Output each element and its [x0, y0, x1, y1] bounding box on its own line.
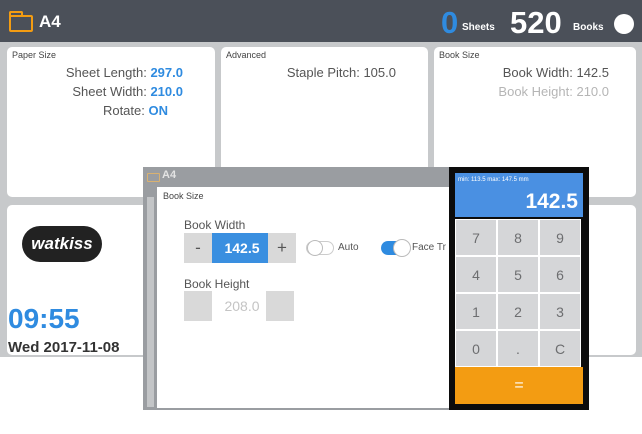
advanced-label: Advanced — [226, 50, 267, 60]
toggle-knob — [307, 240, 323, 256]
books-count: 520 — [510, 5, 562, 40]
clock-date: Wed 2017-11-08 — [8, 339, 120, 356]
key-8[interactable]: 8 — [497, 219, 539, 256]
books-label: Books — [573, 22, 604, 33]
sheet-width-value: 210.0 — [150, 84, 183, 99]
clock-time: 09:55 — [8, 303, 80, 334]
keypad-value: 142.5 — [525, 190, 578, 213]
key-7[interactable]: 7 — [455, 219, 497, 256]
rotate-label: Rotate: — [102, 103, 145, 118]
key-3[interactable]: 3 — [539, 293, 581, 330]
key-1[interactable]: 1 — [455, 293, 497, 330]
equals-button[interactable]: = — [455, 367, 583, 404]
decrement-button[interactable]: - — [184, 233, 212, 263]
auto-toggle[interactable] — [306, 240, 334, 256]
job-title[interactable]: A4 — [39, 12, 61, 32]
book-size-label: Book Size — [439, 50, 480, 60]
dialog-label: Book Size — [163, 191, 204, 201]
staple-pitch: Staple Pitch: 105.0 — [286, 65, 396, 80]
bottom-right-card — [583, 205, 636, 355]
book-height-label: Book Height — [184, 277, 250, 291]
sheets-count: 0 — [441, 5, 459, 40]
key-decimal[interactable]: . — [497, 330, 539, 367]
book-height-input: 208.0 — [212, 291, 272, 321]
key-4[interactable]: 4 — [455, 256, 497, 293]
book-height-summary: Book Height: 210.0 — [498, 84, 609, 99]
key-6[interactable]: 6 — [539, 256, 581, 293]
rotate-row: Rotate: ON — [103, 103, 168, 118]
key-0[interactable]: 0 — [455, 330, 497, 367]
book-width-label: Book Width — [184, 218, 246, 232]
sheets-label: Sheets — [462, 22, 495, 33]
key-clear[interactable]: C — [539, 330, 581, 367]
key-5[interactable]: 5 — [497, 256, 539, 293]
sheet-length-value: 297.0 — [150, 65, 183, 80]
watkiss-logo: watkiss — [22, 226, 102, 262]
sheet-width-label: Sheet Width: — [72, 84, 147, 99]
toggle-knob — [393, 239, 411, 257]
overlay-title: A4 — [162, 169, 177, 181]
status-indicator-icon[interactable] — [614, 14, 634, 34]
face-trim-toggle[interactable] — [381, 239, 411, 257]
sheet-length-row: Sheet Length: 297.0 — [66, 65, 183, 80]
face-trim-label: Face Tr — [412, 242, 446, 253]
keypad-range: min: 113.5 max: 147.5 mm — [458, 177, 529, 183]
height-increment-button — [266, 291, 294, 321]
key-9[interactable]: 9 — [539, 219, 581, 256]
book-width-input[interactable]: 142.5 — [212, 233, 272, 263]
increment-button[interactable]: + — [268, 233, 296, 263]
folder-icon[interactable] — [9, 11, 33, 32]
height-decrement-button — [184, 291, 212, 321]
sheet-width-row: Sheet Width: 210.0 — [72, 84, 183, 99]
sheet-length-label: Sheet Length: — [65, 65, 147, 80]
key-2[interactable]: 2 — [497, 293, 539, 330]
book-width-summary: Book Width: 142.5 — [502, 65, 609, 80]
rotate-value: ON — [148, 103, 169, 118]
dimmed-card-edge — [147, 197, 154, 407]
auto-label: Auto — [338, 242, 359, 253]
paper-size-label: Paper Size — [12, 50, 57, 60]
folder-icon-dim — [147, 173, 160, 182]
